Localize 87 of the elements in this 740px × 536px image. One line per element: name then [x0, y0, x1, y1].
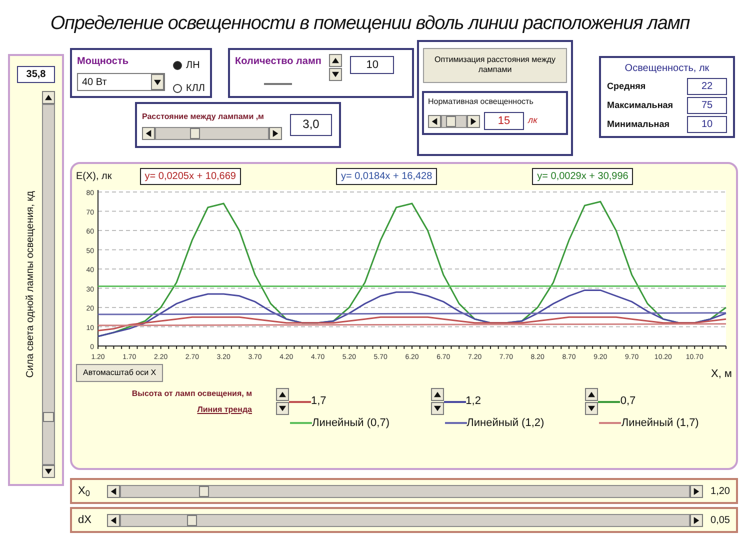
scroll-thumb[interactable] — [190, 128, 200, 138]
panel-title: Освещенность, лк — [624, 62, 710, 76]
scroll-right-button[interactable] — [467, 114, 480, 128]
up-arrow-icon — [434, 391, 441, 398]
spin-up-button[interactable] — [430, 388, 444, 401]
height-value: 1,2 — [466, 394, 481, 410]
axis-title: X, м — [710, 366, 732, 382]
value-field: 3,0 — [290, 114, 332, 136]
scroll-thumb[interactable] — [198, 486, 209, 496]
value-label: 0,05 — [710, 514, 730, 528]
slot-line — [264, 83, 292, 85]
scroll-left-button[interactable] — [142, 126, 155, 140]
spin-up-button[interactable] — [276, 388, 289, 401]
scroll-left-button[interactable] — [106, 484, 120, 498]
radio-button[interactable] — [173, 61, 182, 70]
spin-down-button[interactable] — [276, 402, 289, 415]
radio-button[interactable] — [173, 84, 182, 93]
height-value: 1,7 — [311, 394, 326, 410]
dropdown-value: 40 Вт — [81, 76, 107, 90]
spin-down-button[interactable] — [430, 402, 444, 415]
page-title: Определение освещенности в помещении вдоль линии расположения ламп — [49, 12, 691, 36]
legend-label: Линейный (1,2) — [466, 416, 544, 431]
scroll-thumb[interactable] — [187, 514, 198, 526]
scroll-thumb[interactable] — [43, 412, 54, 422]
legend-label: Линейный (1,7) — [621, 416, 699, 431]
radio-label: КЛЛ — [186, 82, 205, 96]
scroll-left-button[interactable] — [106, 514, 120, 526]
scroll-down-button[interactable] — [42, 465, 55, 478]
trendline-equation: y= 0,0184x + 16,428 — [336, 168, 438, 184]
radio-label: ЛН — [186, 59, 200, 73]
unit-label: лк — [528, 114, 538, 128]
trendline-equation: y= 0,0029x + 30,996 — [532, 168, 634, 184]
field-label: X$_{0}$ — [78, 484, 91, 500]
row-label: Минимальная — [607, 118, 670, 131]
left-arrow-icon — [110, 516, 117, 524]
spin-up-button[interactable] — [329, 54, 342, 67]
down-arrow-icon — [154, 78, 161, 86]
down-arrow-icon — [279, 405, 286, 412]
legend-title: Высота от ламп освещения, м — [132, 388, 252, 400]
row-label: Максимальная — [607, 98, 674, 112]
value-field: 10 — [350, 56, 394, 74]
field-label: Расстояние между лампами ,м — [142, 110, 265, 122]
down-arrow-icon — [434, 405, 441, 412]
left-arrow-icon — [145, 130, 152, 136]
up-arrow-icon — [588, 391, 596, 398]
spin-down-button[interactable] — [585, 402, 598, 415]
dropdown[interactable]: 40 Вт — [77, 73, 165, 91]
scroll-thumb[interactable] — [446, 116, 456, 127]
right-arrow-icon — [470, 118, 477, 125]
scroll-right-button[interactable] — [690, 484, 703, 498]
axis-label: Сила света одной лампы освещения, кд — [24, 191, 37, 378]
value-field: 15 — [484, 112, 524, 130]
value-label: 1,20 — [710, 484, 730, 498]
value-field: 22 — [687, 78, 727, 95]
right-arrow-icon — [272, 130, 279, 136]
left-arrow-icon — [110, 488, 117, 494]
row-label: Средняя — [607, 80, 646, 93]
value-field: 35,8 — [17, 66, 55, 83]
scroll-up-button[interactable] — [42, 91, 55, 104]
right-arrow-icon — [692, 488, 700, 494]
scroll-left-button[interactable] — [428, 114, 441, 128]
spin-up-button[interactable] — [585, 388, 598, 401]
value-field: 75 — [687, 97, 727, 114]
optimize-button[interactable]: Оптимизация расстояния между лампами — [423, 48, 567, 83]
height-value: 0,7 — [620, 394, 636, 410]
field-label: Нормативная освещенность — [428, 96, 534, 108]
value-field: 10 — [687, 116, 727, 133]
scroll-right-button[interactable] — [269, 126, 282, 140]
legend-label: Линейный (0,7) — [312, 416, 390, 431]
field-label: dX — [78, 512, 92, 528]
down-arrow-icon — [45, 468, 52, 475]
right-arrow-icon — [692, 516, 700, 524]
trendline-equation: y= 0,0205x + 10,669 — [140, 168, 241, 184]
field-label: Количество ламп — [235, 55, 322, 69]
spin-down-button[interactable] — [329, 68, 342, 81]
down-arrow-icon — [588, 405, 596, 412]
autoscale-button[interactable]: Автомасштаб оси X — [76, 364, 164, 382]
dropdown-button[interactable] — [151, 74, 164, 90]
left-arrow-icon — [431, 118, 438, 125]
down-arrow-icon — [332, 71, 340, 78]
up-arrow-icon — [45, 94, 52, 101]
up-arrow-icon — [279, 391, 286, 398]
legend-title: Линия тренда — [197, 404, 252, 416]
scroll-right-button[interactable] — [690, 514, 703, 526]
up-arrow-icon — [332, 57, 340, 64]
field-label: Мощность — [77, 55, 130, 69]
axis-title: E(X), лк — [76, 170, 112, 184]
